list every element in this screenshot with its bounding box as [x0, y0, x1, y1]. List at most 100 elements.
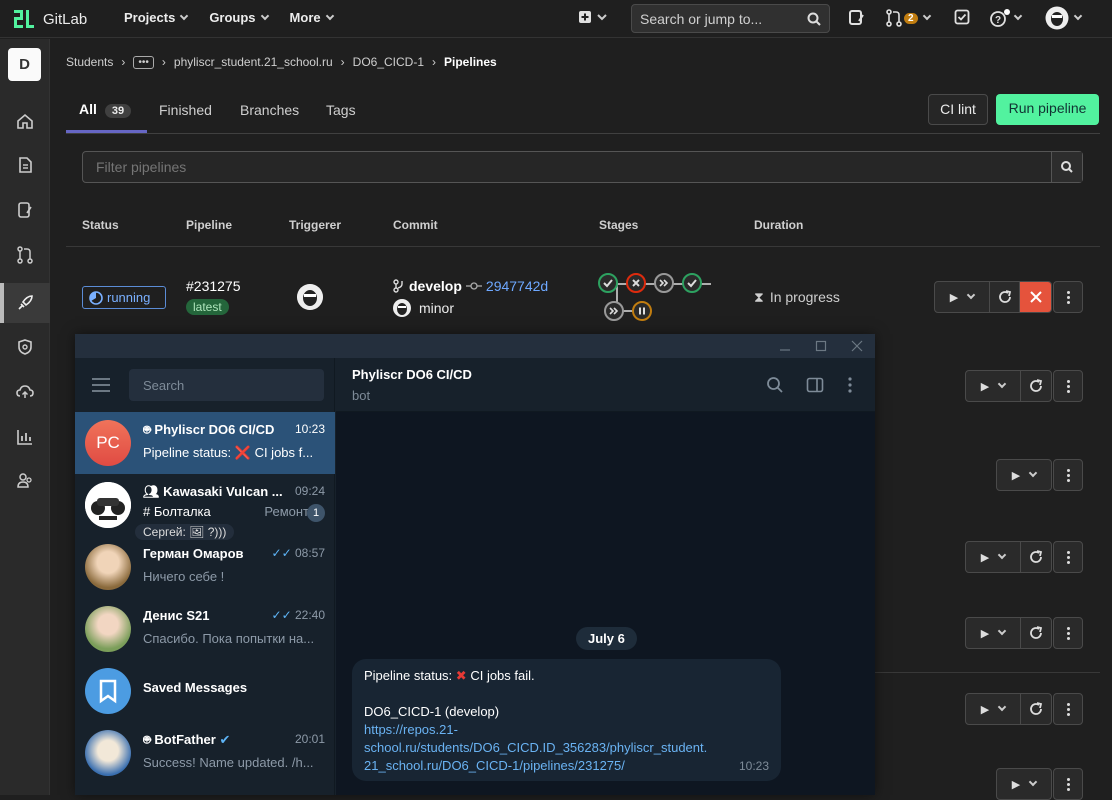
retry-button[interactable] [1021, 542, 1051, 572]
run-pipeline-button[interactable]: Run pipeline [996, 94, 1099, 125]
commit-title[interactable]: minor [419, 300, 454, 316]
chat-item[interactable]: 👥︎ Kawasaki Vulcan ... 09:24 # Болталка … [75, 474, 335, 540]
search-input[interactable]: Search or jump to... [631, 4, 830, 33]
retry-button[interactable] [1021, 618, 1051, 648]
gitlab-logo[interactable]: GitLab [13, 8, 87, 30]
close-icon[interactable] [851, 340, 863, 352]
triggerer-avatar[interactable] [297, 284, 323, 310]
todo-button[interactable] [954, 9, 970, 29]
motorcycle-logo-icon [85, 482, 131, 528]
retry-button[interactable] [1021, 694, 1051, 724]
manual-jobs-dropdown[interactable]: ▶ [966, 694, 1021, 724]
chat-item[interactable]: PC 🤖︎ Phyliscr DO6 CI/CD 10:23 Pipeline … [75, 412, 335, 474]
minimize-icon[interactable] [779, 340, 791, 352]
filter-search-button[interactable] [1051, 152, 1082, 182]
members-icon[interactable] [15, 471, 35, 491]
more-menu[interactable]: More [290, 10, 334, 25]
new-item-button[interactable] [578, 9, 608, 29]
groups-menu[interactable]: Groups [209, 10, 269, 25]
manual-jobs-dropdown[interactable]: ▶ [966, 371, 1021, 401]
message-line-2: DO6_CICD-1 (develop) [364, 704, 500, 719]
more-actions-button[interactable] [1053, 370, 1083, 402]
chat-item[interactable]: Saved Messages [75, 660, 335, 722]
shield-icon[interactable] [15, 337, 35, 357]
analytics-icon[interactable] [15, 427, 35, 447]
breadcrumb-project[interactable]: DO6_CICD-1 [353, 55, 424, 69]
rocket-cicd-icon[interactable] [15, 293, 35, 313]
projects-menu[interactable]: Projects [124, 10, 189, 25]
chat-item[interactable]: Денис S21 ✓✓ 22:40 Спасибо. Пока попытки… [75, 598, 335, 660]
tab-finished[interactable]: Finished [159, 102, 212, 118]
top-bar: GitLab Projects Groups More Search or ju… [0, 0, 1112, 38]
read-checks-icon: ✓✓ [271, 608, 292, 622]
author-avatar [393, 299, 411, 317]
stage-success-icon[interactable] [598, 273, 618, 293]
commit-ref: develop 2947742d [393, 278, 548, 294]
message-link[interactable]: https://repos.21- school.ru/students/DO6… [364, 721, 769, 775]
search-icon [1061, 161, 1073, 173]
message-status-suffix: CI jobs fail. [470, 668, 535, 683]
breadcrumb-students[interactable]: Students [66, 55, 113, 69]
merge-requests-button[interactable]: 2 [886, 9, 931, 27]
search-icon[interactable] [766, 376, 784, 394]
more-actions-button[interactable] [1053, 693, 1083, 725]
chat-item[interactable]: Герман Омаров ✓✓ 08:57 Ничего себе ! [75, 536, 335, 598]
maximize-icon[interactable] [815, 340, 827, 352]
branch-name[interactable]: develop [409, 278, 462, 294]
chat-search-input[interactable]: Search [129, 369, 324, 401]
message-bubble[interactable]: Pipeline status: ✖ CI jobs fail. DO6_CIC… [352, 659, 781, 781]
manual-jobs-dropdown[interactable]: ▶ [966, 542, 1021, 572]
merge-request-icon[interactable] [15, 245, 35, 265]
stage-paused-icon[interactable] [632, 301, 652, 321]
chat-avatar [85, 482, 131, 528]
status-label: running [107, 290, 151, 305]
more-actions-button[interactable] [1053, 617, 1083, 649]
manual-jobs-dropdown[interactable]: ▶ [966, 618, 1021, 648]
cloud-deploy-icon[interactable] [15, 382, 35, 402]
help-button[interactable]: ? [989, 9, 1023, 27]
conversation-title[interactable]: Phyliscr DO6 CI/CD [352, 367, 472, 382]
chat-item[interactable]: 🤖︎ BotFather ✔ 20:01 Success! Name updat… [75, 722, 335, 784]
retry-button[interactable] [1021, 371, 1051, 401]
user-menu[interactable] [1045, 6, 1083, 30]
cancel-button[interactable] [1020, 282, 1051, 312]
groups-label: Groups [209, 10, 256, 25]
breadcrumb: Students › ••• › phyliscr_student.21_schoo… [66, 55, 497, 69]
breadcrumb-namespace[interactable]: phyliscr_student.21_school.ru [174, 55, 333, 69]
manual-jobs-dropdown[interactable]: ▶ [935, 282, 990, 312]
status-badge[interactable]: running [82, 286, 166, 309]
issues-icon[interactable] [15, 200, 35, 220]
chevron-down-icon [1028, 777, 1038, 787]
merge-request-icon [886, 9, 902, 27]
stage-skipped-icon[interactable] [604, 301, 624, 321]
more-actions-button[interactable] [1053, 541, 1083, 573]
stage-skipped-icon[interactable] [654, 273, 674, 293]
tab-branches[interactable]: Branches [240, 102, 299, 118]
ci-lint-button[interactable]: CI lint [928, 94, 988, 125]
menu-icon[interactable] [92, 378, 110, 392]
breadcrumb-current[interactable]: Pipelines [444, 55, 497, 69]
chat-time-text: 22:40 [294, 608, 325, 622]
kebab-menu-icon[interactable] [846, 376, 854, 394]
retry-button[interactable] [990, 282, 1020, 312]
pipeline-id[interactable]: #231275 [186, 278, 241, 294]
more-actions-button[interactable] [1053, 768, 1083, 800]
message-status-prefix: Pipeline status: [364, 668, 453, 683]
project-avatar[interactable]: D [8, 48, 41, 81]
repository-icon[interactable] [15, 155, 35, 175]
filter-pipelines-input[interactable] [83, 152, 1043, 182]
chevron-down-icon [966, 290, 976, 300]
more-actions-button[interactable] [1053, 459, 1083, 491]
breadcrumb-expand-button[interactable]: ••• [133, 55, 154, 69]
tab-all[interactable]: All 39 [79, 101, 132, 118]
tab-tags[interactable]: Tags [326, 102, 356, 118]
message-link-line-2: school.ru/students/DO6_CICD.ID_356283/ph… [364, 740, 708, 755]
home-icon[interactable] [15, 111, 35, 131]
more-actions-button[interactable] [1053, 281, 1083, 313]
manual-jobs-dropdown[interactable]: ▶ [997, 460, 1051, 490]
commit-sha[interactable]: 2947742d [486, 278, 548, 294]
issues-button[interactable] [848, 9, 866, 31]
stage-success-icon[interactable] [682, 273, 702, 293]
sidebar-toggle-icon[interactable] [806, 376, 824, 394]
stage-failed-icon[interactable] [626, 273, 646, 293]
